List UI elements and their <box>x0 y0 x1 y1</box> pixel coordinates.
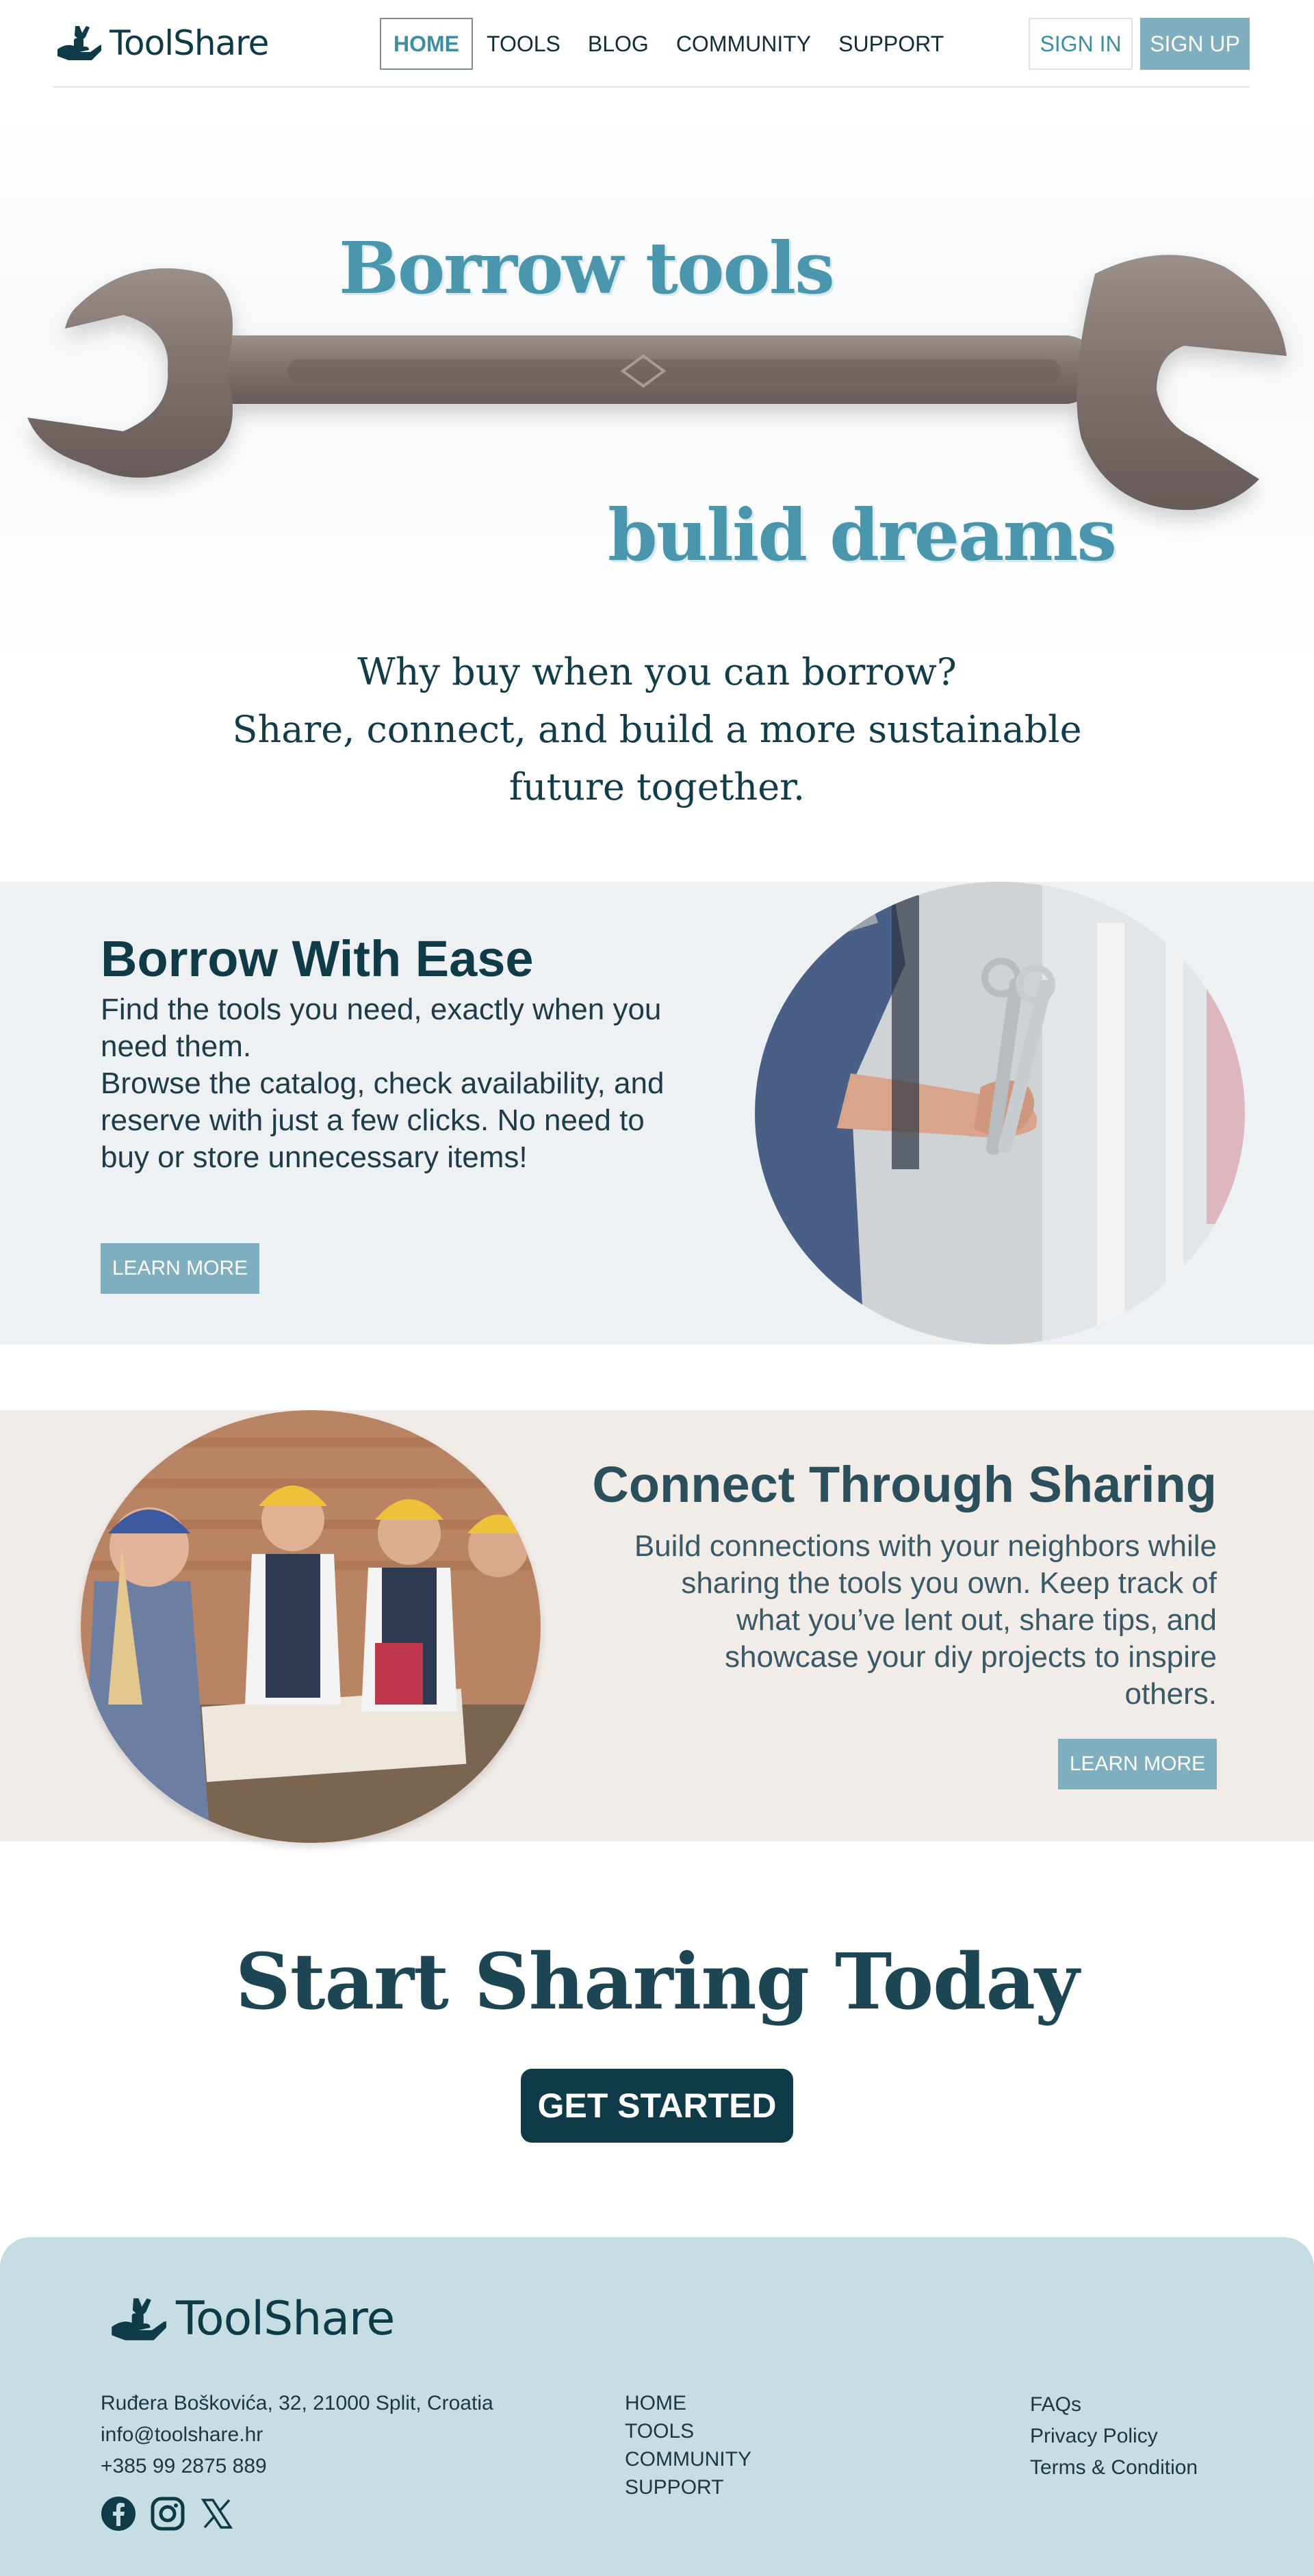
hero-section: Borrow tools bulid dreams <box>0 110 1314 671</box>
brand-name: ToolShare <box>110 23 269 63</box>
footer-link-tools[interactable]: TOOLS <box>625 2417 751 2445</box>
footer-nav: HOME TOOLS COMMUNITY SUPPORT <box>625 2389 751 2501</box>
nav-divider <box>53 86 1250 88</box>
facebook-icon[interactable] <box>101 2496 136 2532</box>
nav-blog[interactable]: BLOG <box>574 18 662 70</box>
hero-subtitle-line-2: Share, connect, and build a more sustain… <box>232 708 1082 751</box>
footer-legal: FAQs Privacy Policy Terms & Condition <box>1030 2389 1198 2484</box>
footer-link-terms[interactable]: Terms & Condition <box>1030 2452 1198 2484</box>
footer-link-community[interactable]: COMMUNITY <box>625 2445 751 2473</box>
hand-tool-logo-icon <box>112 2297 166 2341</box>
sign-up-button[interactable]: SIGN UP <box>1140 18 1250 70</box>
x-icon[interactable] <box>199 2496 235 2532</box>
hero-subtitle-line-1: Why buy when you can borrow? <box>357 650 957 693</box>
brand-logo[interactable]: ToolShare <box>55 21 269 66</box>
top-navigation: ToolShare HOME TOOLS BLOG COMMUNITY SUPP… <box>0 0 1314 88</box>
section-lead: Find the tools you need, exactly when yo… <box>101 993 662 1063</box>
get-started-button[interactable]: GET STARTED <box>521 2069 793 2143</box>
address: Ruđera Boškovića, 32, 21000 Split, Croat… <box>101 2392 493 2414</box>
section-title: Connect Through Sharing <box>592 1456 1217 1513</box>
footer-link-support[interactable]: SUPPORT <box>625 2473 751 2501</box>
hero-subtitle: Why buy when you can borrow? Share, conn… <box>0 643 1314 816</box>
section-title: Borrow With Ease <box>101 930 534 987</box>
hero-headline-2: bulid dreams <box>608 493 1117 577</box>
nav-support[interactable]: SUPPORT <box>825 18 957 70</box>
wrench-illustration <box>27 255 1287 510</box>
nav-community[interactable]: COMMUNITY <box>662 18 825 70</box>
site-footer: ToolShare Ruđera Boškovića, 32, 21000 Sp… <box>0 2237 1314 2576</box>
footer-brand-name: ToolShare <box>176 2292 395 2346</box>
cta-title: Start Sharing Today <box>235 1937 1079 2027</box>
footer-link-home[interactable]: HOME <box>625 2389 751 2417</box>
sign-in-button[interactable]: SIGN IN <box>1029 18 1133 70</box>
section-body: Build connections with your neighbors wh… <box>634 1529 1217 1711</box>
team-photo-illustration <box>81 1410 541 1843</box>
hero-headline-1: Borrow tools <box>339 226 835 310</box>
mechanic-with-wrenches-image <box>755 882 1245 1344</box>
footer-logo[interactable]: ToolShare <box>107 2292 395 2346</box>
hero-subtitle-line-3: future together. <box>508 765 806 808</box>
phone-number[interactable]: +385 99 2875 889 <box>101 2451 493 2482</box>
instagram-icon[interactable] <box>150 2496 185 2532</box>
contact-info: Ruđera Boškovića, 32, 21000 Split, Croat… <box>101 2388 493 2482</box>
learn-more-button[interactable]: LEARN MORE <box>1058 1739 1217 1789</box>
social-links <box>101 2496 235 2532</box>
mechanic-photo-illustration <box>755 882 1245 1344</box>
section-body: Browse the catalog, check availability, … <box>101 1067 665 1174</box>
main-menu: HOME TOOLS BLOG COMMUNITY SUPPORT <box>380 18 957 70</box>
nav-tools[interactable]: TOOLS <box>473 18 574 70</box>
hand-tool-logo-icon <box>57 26 101 60</box>
footer-link-privacy[interactable]: Privacy Policy <box>1030 2421 1198 2452</box>
nav-home[interactable]: HOME <box>380 18 473 70</box>
footer-link-faqs[interactable]: FAQs <box>1030 2389 1198 2421</box>
learn-more-button[interactable]: LEARN MORE <box>101 1243 259 1294</box>
construction-team-image <box>81 1410 541 1843</box>
email-link[interactable]: info@toolshare.hr <box>101 2419 493 2451</box>
